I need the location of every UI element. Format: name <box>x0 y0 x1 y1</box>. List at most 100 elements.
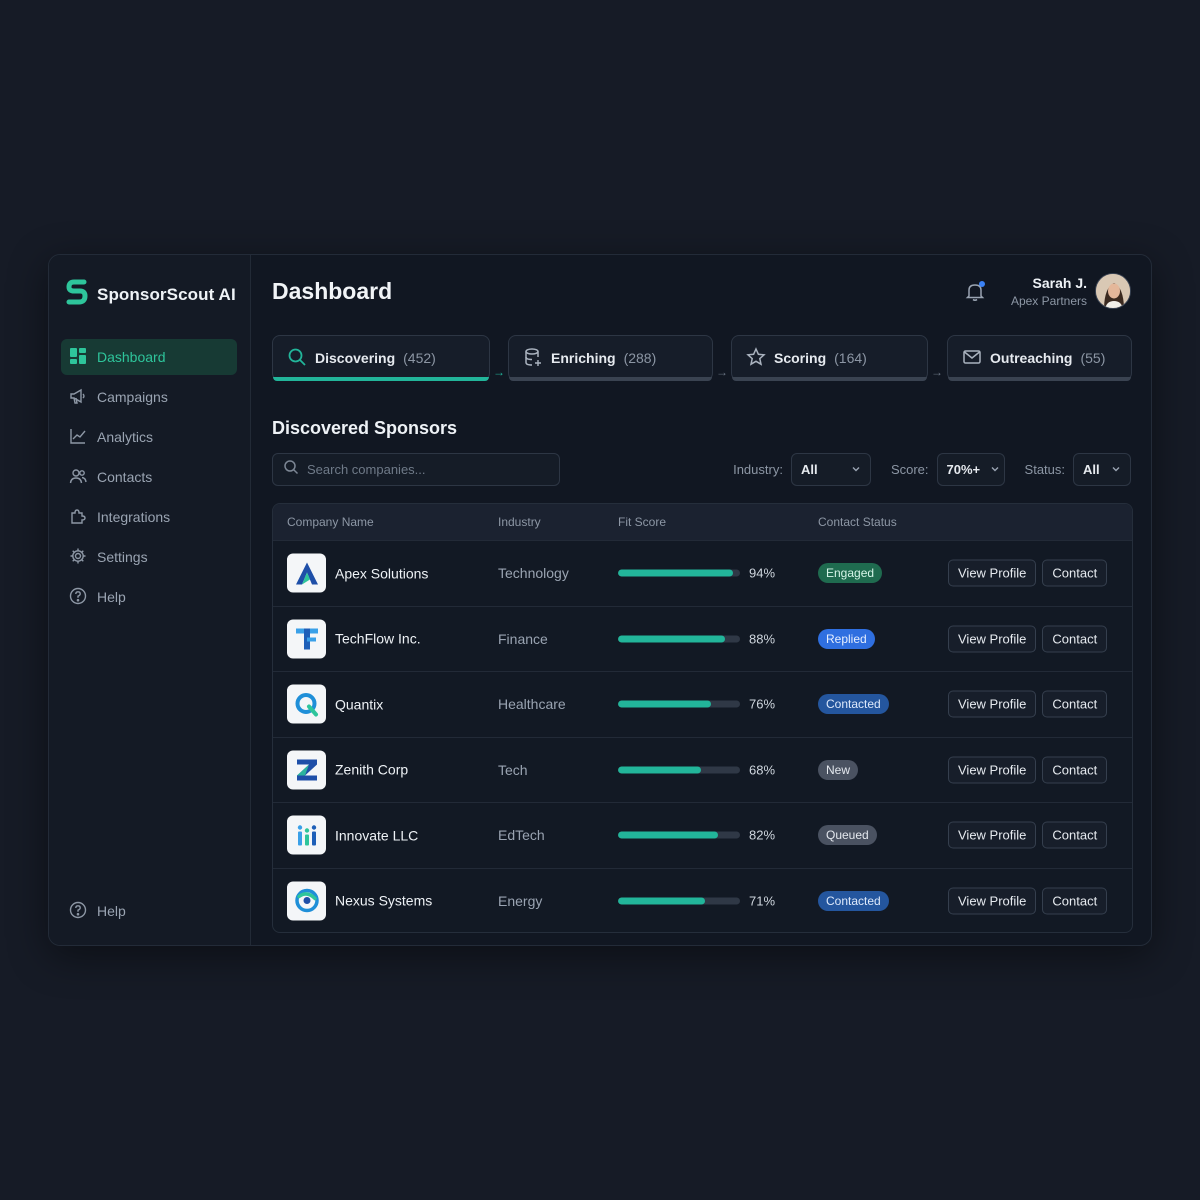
contact-button[interactable]: Contact <box>1042 887 1108 915</box>
status-cell: Contacted <box>818 890 889 911</box>
view-profile-button[interactable]: View Profile <box>948 821 1037 849</box>
sidebar-item-campaigns[interactable]: Campaigns <box>61 379 237 415</box>
pipeline-stages: Discovering (452) → Enriching (288) → Sc… <box>272 335 1132 381</box>
status-badge: New <box>818 759 859 780</box>
table-row[interactable]: Zenith Corp Tech 68% New View Profile Co… <box>273 736 1132 803</box>
fit-score-fill <box>618 766 701 774</box>
row-actions: View Profile Contact <box>948 887 1108 915</box>
industry-filter-select[interactable]: All <box>790 453 871 486</box>
fit-score-value: 88% <box>749 631 776 647</box>
fit-score-fill <box>618 831 719 839</box>
search-icon <box>283 459 299 480</box>
quantix-logo <box>287 684 326 724</box>
status-cell: Queued <box>818 825 877 846</box>
table-row[interactable]: Nexus Systems Energy 71% Contacted View … <box>273 867 1132 933</box>
fit-score-value: 94% <box>749 565 776 581</box>
company-name[interactable]: TechFlow Inc. <box>335 631 421 647</box>
company-name[interactable]: Innovate LLC <box>335 827 418 843</box>
view-profile-button[interactable]: View Profile <box>948 690 1037 718</box>
sidebar-item-label: Campaigns <box>97 389 168 405</box>
fit-score-bar <box>618 831 740 839</box>
table-row[interactable]: TechFlow Inc. Finance 88% Replied View P… <box>273 605 1132 672</box>
stage-progress-bar <box>948 377 1131 381</box>
fit-score-bar <box>618 635 740 643</box>
column-header-contact-status[interactable]: Contact Status <box>818 515 897 529</box>
view-profile-button[interactable]: View Profile <box>948 559 1037 587</box>
industry-cell: Tech <box>498 761 528 778</box>
column-header-company[interactable]: Company Name <box>287 515 374 529</box>
stage-count: (288) <box>623 350 657 366</box>
sidebar-nav: Dashboard Campaigns Analytics Contacts I… <box>61 339 237 619</box>
view-profile-button[interactable]: View Profile <box>948 887 1037 915</box>
database-icon <box>523 347 543 370</box>
search-input[interactable] <box>307 462 547 477</box>
contact-button[interactable]: Contact <box>1042 625 1108 653</box>
table-header: Company Name Industry Fit Score Contact … <box>273 504 1132 540</box>
nexus-systems-logo <box>287 881 326 921</box>
industry-cell: Finance <box>498 630 548 647</box>
sidebar-item-dashboard[interactable]: Dashboard <box>61 339 237 375</box>
stage-enriching[interactable]: Enriching (288) <box>508 335 713 381</box>
mail-icon <box>962 347 982 370</box>
innovate-llc-logo <box>287 815 326 855</box>
sidebar-item-analytics[interactable]: Analytics <box>61 419 237 455</box>
stage-label: Scoring <box>774 350 827 366</box>
company-name[interactable]: Nexus Systems <box>335 893 432 909</box>
fit-score-bar <box>618 897 740 905</box>
stage-discovering[interactable]: Discovering (452) <box>272 335 490 381</box>
sidebar-item-label: Dashboard <box>97 349 166 365</box>
megaphone-icon <box>69 387 87 408</box>
score-filter-select[interactable]: 70%+ <box>936 453 1005 486</box>
row-actions: View Profile Contact <box>948 821 1108 849</box>
sidebar-item-integrations[interactable]: Integrations <box>61 499 237 535</box>
table-row[interactable]: Apex Solutions Technology 94% Engaged Vi… <box>273 540 1132 606</box>
user-menu[interactable]: Sarah J. Apex Partners <box>1011 273 1131 309</box>
view-profile-button[interactable]: View Profile <box>948 756 1037 784</box>
techflow-logo <box>287 619 326 659</box>
company-name[interactable]: Quantix <box>335 696 383 712</box>
status-filter-select[interactable]: All <box>1073 453 1131 486</box>
company-name[interactable]: Apex Solutions <box>335 565 428 581</box>
main-content: Dashboard Sarah J. Apex Partners Discove… <box>251 255 1151 945</box>
stage-scoring[interactable]: Scoring (164) <box>731 335 928 381</box>
brand-name: SponsorScout AI <box>97 284 236 304</box>
score-filter-label: Score: <box>890 462 929 477</box>
table-row[interactable]: Quantix Healthcare 76% Contacted View Pr… <box>273 671 1132 737</box>
chevron-down-icon <box>1111 462 1121 477</box>
fit-score-fill <box>618 569 733 577</box>
column-header-industry[interactable]: Industry <box>498 515 541 529</box>
gear-icon <box>69 547 87 568</box>
fit-score-cell: 82% <box>618 828 775 843</box>
industry-cell: Energy <box>498 892 543 909</box>
brand[interactable]: SponsorScout AI <box>65 277 236 312</box>
sidebar-item-label: Integrations <box>97 509 171 525</box>
search-icon <box>287 347 307 370</box>
status-filter-value: All <box>1083 462 1100 477</box>
sidebar-item-contacts[interactable]: Contacts <box>61 459 237 495</box>
table-row[interactable]: Innovate LLC EdTech 82% Queued View Prof… <box>273 802 1132 868</box>
industry-filter-label: Industry: <box>733 462 783 477</box>
column-header-fit-score[interactable]: Fit Score <box>618 515 666 529</box>
bell-icon <box>963 284 987 307</box>
fit-score-value: 76% <box>749 696 776 712</box>
view-profile-button[interactable]: View Profile <box>948 625 1037 653</box>
sidebar-item-settings[interactable]: Settings <box>61 539 237 575</box>
avatar[interactable] <box>1095 273 1131 309</box>
fit-score-cell: 71% <box>618 893 775 908</box>
contact-button[interactable]: Contact <box>1042 821 1108 849</box>
stage-progress-bar <box>509 377 712 381</box>
row-actions: View Profile Contact <box>948 625 1108 653</box>
contact-button[interactable]: Contact <box>1042 690 1108 718</box>
sidebar-footer-help[interactable]: Help <box>61 893 237 929</box>
score-filter-value: 70%+ <box>946 462 981 477</box>
sidebar-footer: Help <box>61 893 237 933</box>
stage-progress-bar <box>732 377 927 381</box>
company-name[interactable]: Zenith Corp <box>335 762 408 778</box>
stage-outreaching[interactable]: Outreaching (55) <box>947 335 1132 381</box>
sidebar-item-help[interactable]: Help <box>61 579 237 615</box>
notifications-button[interactable] <box>963 279 987 303</box>
contact-button[interactable]: Contact <box>1042 756 1108 784</box>
fit-score-cell: 94% <box>618 566 775 581</box>
contact-button[interactable]: Contact <box>1042 559 1108 587</box>
stage-label: Enriching <box>551 350 616 366</box>
